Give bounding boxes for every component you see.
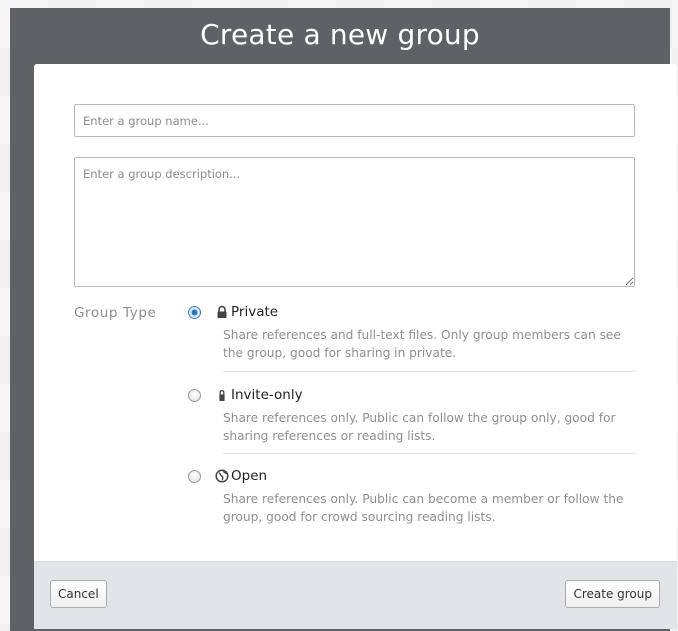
open-description: Share references only. Public can become… xyxy=(223,492,624,524)
create-group-button[interactable]: Create group xyxy=(565,580,660,608)
group-type-label: Group Type xyxy=(74,305,157,321)
dialog-footer: Cancel Create group xyxy=(34,561,677,629)
dialog-title: Create a new group xyxy=(200,18,480,51)
open-radio[interactable] xyxy=(188,470,201,483)
option-divider xyxy=(223,453,636,454)
open-title: Open xyxy=(231,468,268,484)
group-name-input[interactable] xyxy=(74,104,635,137)
option-divider xyxy=(223,371,636,372)
cancel-button[interactable]: Cancel xyxy=(50,580,107,608)
invite-only-radio[interactable] xyxy=(188,389,201,402)
private-radio[interactable] xyxy=(188,306,201,319)
lock-icon xyxy=(217,305,227,318)
create-group-dialog: Group Type Private Share references and … xyxy=(34,64,677,629)
invite-only-title: Invite-only xyxy=(231,387,303,403)
private-description: Share references and full-text files. On… xyxy=(223,328,621,360)
invite-only-description: Share references only. Public can follow… xyxy=(223,411,616,443)
padlock-icon xyxy=(219,389,225,401)
group-description-input[interactable] xyxy=(74,157,635,287)
globe-icon xyxy=(215,469,229,483)
private-title: Private xyxy=(231,304,279,320)
